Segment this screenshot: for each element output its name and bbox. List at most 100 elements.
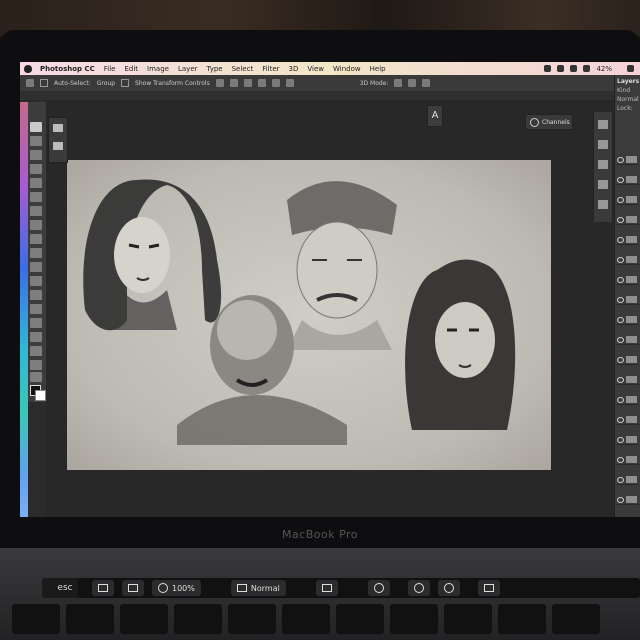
key[interactable]: [336, 604, 384, 634]
blur-tool-button[interactable]: [30, 290, 42, 300]
menu-view[interactable]: View: [307, 65, 324, 73]
layer-row[interactable]: [617, 495, 639, 505]
brush-settings-icon[interactable]: [53, 142, 63, 150]
layer-row[interactable]: [617, 235, 639, 245]
layer-row[interactable]: [617, 155, 639, 165]
adjustments-icon[interactable]: [598, 160, 608, 169]
touchbar-brightness-button[interactable]: [437, 580, 460, 596]
lasso-tool-button[interactable]: [30, 150, 42, 160]
channels-panel-button[interactable]: Channels: [525, 114, 573, 130]
visibility-eye-icon[interactable]: [617, 197, 624, 203]
layer-row[interactable]: [617, 195, 639, 205]
hand-tool-button[interactable]: [30, 360, 42, 370]
layers-blend-mode[interactable]: Normal: [615, 94, 640, 103]
transform-controls-checkbox[interactable]: [121, 79, 130, 87]
auto-select-dropdown[interactable]: Group: [97, 80, 115, 87]
3d-roll-icon[interactable]: [408, 79, 417, 87]
visibility-eye-icon[interactable]: [617, 277, 624, 283]
layer-row[interactable]: [617, 315, 639, 325]
layers-kind-filter[interactable]: Kind: [615, 85, 640, 94]
align-right-icon[interactable]: [243, 79, 252, 87]
visibility-eye-icon[interactable]: [617, 397, 624, 403]
menu-type[interactable]: Type: [207, 65, 223, 73]
marquee-tool-button[interactable]: [30, 136, 42, 146]
eyedropper-tool-button[interactable]: [30, 192, 42, 202]
menu-app-name[interactable]: Photoshop CC: [40, 65, 95, 73]
layer-row[interactable]: [617, 415, 639, 425]
layer-row[interactable]: [617, 395, 639, 405]
key[interactable]: [12, 604, 60, 634]
background-color-swatch[interactable]: [35, 390, 46, 401]
document-canvas[interactable]: [67, 160, 551, 470]
visibility-eye-icon[interactable]: [617, 477, 624, 483]
layer-row[interactable]: [617, 275, 639, 285]
visibility-eye-icon[interactable]: [617, 217, 624, 223]
character-icon[interactable]: [598, 140, 608, 149]
stamp-tool-button[interactable]: [30, 234, 42, 244]
layer-row[interactable]: [617, 475, 639, 485]
visibility-eye-icon[interactable]: [617, 317, 624, 323]
touchbar-new-layer-button[interactable]: [122, 580, 144, 596]
distribute-vertical-icon[interactable]: [271, 79, 280, 87]
touchbar-transform-button[interactable]: [315, 580, 338, 596]
layer-row[interactable]: [617, 435, 639, 445]
pen-tool-button[interactable]: [30, 318, 42, 328]
layer-row[interactable]: [617, 355, 639, 365]
history-brush-tool-button[interactable]: [30, 248, 42, 258]
auto-select-checkbox[interactable]: [40, 79, 48, 87]
paragraph-icon[interactable]: [598, 120, 608, 129]
healing-tool-button[interactable]: [30, 206, 42, 216]
zoom-tool-button[interactable]: [30, 372, 42, 382]
key[interactable]: [282, 604, 330, 634]
menu-help[interactable]: Help: [370, 65, 386, 73]
touchbar-undo-button[interactable]: [407, 580, 430, 596]
3d-pan-icon[interactable]: [422, 79, 431, 87]
brush-tool-button[interactable]: [30, 220, 42, 230]
key[interactable]: [552, 604, 600, 634]
visibility-eye-icon[interactable]: [617, 357, 624, 363]
menu-window[interactable]: Window: [333, 65, 361, 73]
move-tool-icon[interactable]: [26, 79, 34, 87]
battery-percent[interactable]: 42%: [596, 65, 612, 73]
layer-row[interactable]: [617, 175, 639, 185]
3d-rotate-icon[interactable]: [394, 79, 403, 87]
touchbar-layers-button[interactable]: [92, 580, 114, 596]
distribute-icon[interactable]: [257, 79, 266, 87]
volume-icon[interactable]: [583, 65, 591, 72]
crop-tool-button[interactable]: [30, 178, 42, 188]
layers-panel-title[interactable]: Layers: [615, 75, 640, 85]
wifi-icon[interactable]: [570, 65, 578, 72]
magic-wand-tool-button[interactable]: [30, 164, 42, 174]
properties-icon[interactable]: [598, 200, 608, 209]
visibility-eye-icon[interactable]: [617, 437, 624, 443]
key[interactable]: [444, 604, 492, 634]
tool-presets-icon[interactable]: [598, 180, 608, 189]
menu-file[interactable]: File: [104, 65, 116, 73]
visibility-eye-icon[interactable]: [617, 497, 624, 503]
layer-row[interactable]: [617, 215, 639, 225]
brush-icon[interactable]: [53, 124, 63, 132]
touchbar-blend-button[interactable]: Normal: [230, 580, 286, 596]
eraser-tool-button[interactable]: [30, 262, 42, 272]
visibility-eye-icon[interactable]: [617, 237, 624, 243]
layer-row[interactable]: [617, 255, 639, 265]
path-selection-tool-button[interactable]: [30, 346, 42, 356]
key[interactable]: [498, 604, 546, 634]
menu-edit[interactable]: Edit: [124, 65, 138, 73]
key[interactable]: [120, 604, 168, 634]
type-tool-button[interactable]: [30, 332, 42, 342]
visibility-eye-icon[interactable]: [617, 157, 624, 163]
menu-select[interactable]: Select: [232, 65, 254, 73]
menu-image[interactable]: Image: [147, 65, 169, 73]
visibility-eye-icon[interactable]: [617, 417, 624, 423]
character-panel-icon[interactable]: A: [427, 105, 443, 127]
gradient-tool-button[interactable]: [30, 276, 42, 286]
apple-icon[interactable]: [24, 64, 32, 73]
key[interactable]: [174, 604, 222, 634]
visibility-eye-icon[interactable]: [617, 457, 624, 463]
visibility-eye-icon[interactable]: [617, 297, 624, 303]
distribute-horizontal-icon[interactable]: [285, 79, 294, 87]
dodge-tool-button[interactable]: [30, 304, 42, 314]
key[interactable]: [228, 604, 276, 634]
bluetooth-icon[interactable]: [557, 65, 565, 72]
